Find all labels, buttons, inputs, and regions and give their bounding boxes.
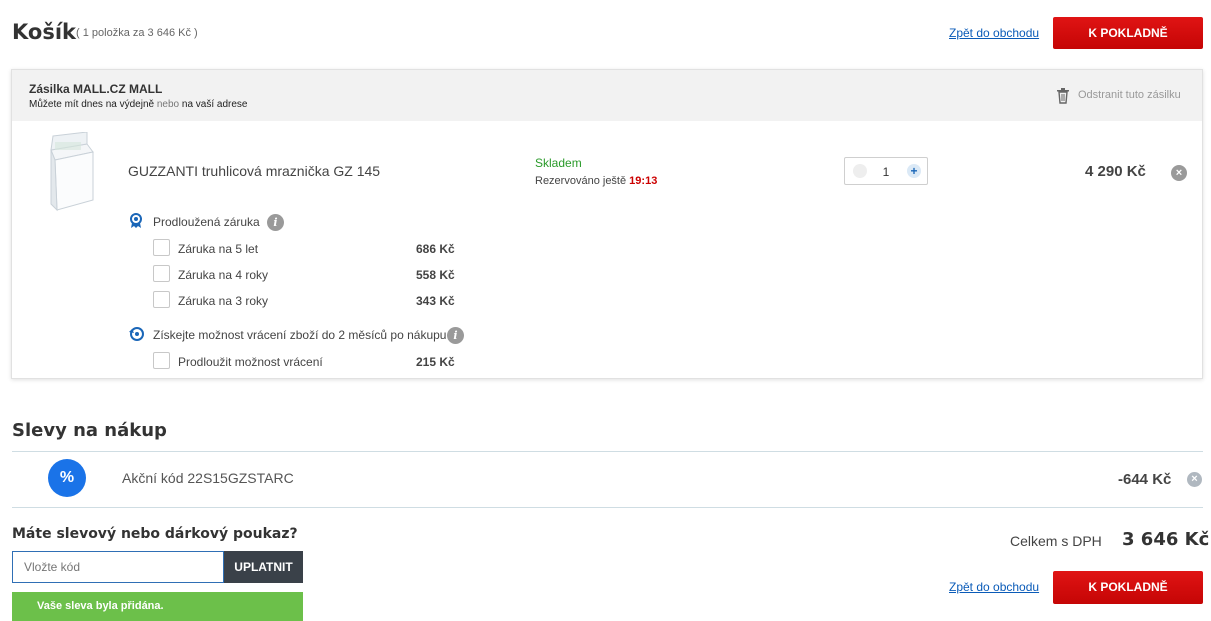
- back-to-shop-link[interactable]: Zpět do obchodu: [949, 26, 1039, 40]
- warranty-option-price: 558 Kč: [416, 268, 455, 282]
- shipment-card: Zásilka MALL.CZ MALL Můžete mít dnes na …: [11, 69, 1203, 379]
- voucher-title: Máte slevový nebo dárkový poukaz?: [12, 526, 298, 542]
- item-price: 4 290 Kč: [1085, 163, 1146, 180]
- discount-amount: -644 Kč: [1118, 471, 1172, 488]
- quantity-increase-button[interactable]: +: [907, 164, 921, 178]
- stock-status: Skladem: [535, 156, 582, 170]
- warranty-option-price: 686 Kč: [416, 242, 455, 256]
- shipment-subtitle-b: nebo: [156, 99, 180, 110]
- reservation-label: Rezervováno ještě: [535, 175, 627, 187]
- info-icon[interactable]: i: [447, 327, 464, 344]
- divider: [12, 451, 1203, 452]
- back-to-shop-link-bottom[interactable]: Zpět do obchodu: [949, 580, 1039, 594]
- returns-title: Získejte možnost vrácení zboží do 2 měsí…: [153, 328, 447, 342]
- extend-returns-checkbox[interactable]: [153, 352, 170, 369]
- warranty-title: Prodloužená záruka: [153, 215, 260, 229]
- product-name[interactable]: GUZZANTI truhlicová mraznička GZ 145: [128, 163, 380, 179]
- warranty-option-label: Záruka na 3 roky: [178, 294, 269, 308]
- checkout-button[interactable]: K POKLADNĚ: [1053, 17, 1203, 49]
- shipment-subtitle: Můžete mít dnes na výdejně nebo na vaší …: [29, 99, 248, 110]
- quantity-decrease-button[interactable]: [853, 164, 867, 178]
- quantity-value[interactable]: 1: [879, 165, 893, 179]
- voucher-code-input[interactable]: [12, 551, 224, 583]
- apply-voucher-button[interactable]: UPLATNIT: [224, 551, 303, 583]
- trash-icon: [1056, 88, 1070, 107]
- warranty-4y-checkbox[interactable]: [153, 265, 170, 282]
- remove-discount-button[interactable]: ×: [1187, 472, 1202, 487]
- shipment-subtitle-a: Můžete mít dnes na výdejně: [29, 99, 155, 110]
- shipment-header: Zásilka MALL.CZ MALL Můžete mít dnes na …: [12, 70, 1202, 121]
- warranty-option-label: Záruka na 4 roky: [178, 268, 269, 282]
- divider: [12, 507, 1203, 508]
- total-amount: 3 646 Kč: [1122, 529, 1210, 550]
- returns-option-label: Prodloužit možnost vrácení: [178, 355, 323, 369]
- remove-item-button[interactable]: ×: [1171, 165, 1187, 181]
- remove-shipment-label: Odstranit tuto zásilku: [1078, 89, 1181, 101]
- warranty-option-label: Záruka na 5 let: [178, 242, 259, 256]
- warranty-badge-icon: [129, 213, 143, 232]
- close-icon: ×: [1175, 167, 1183, 179]
- total-label: Celkem s DPH: [1010, 533, 1102, 549]
- reservation-time: 19:13: [629, 175, 658, 187]
- shipment-subtitle-c: na vaší adrese: [181, 99, 248, 110]
- checkout-button-bottom[interactable]: K POKLADNĚ: [1053, 571, 1203, 604]
- warranty-5y-checkbox[interactable]: [153, 239, 170, 256]
- info-icon[interactable]: i: [267, 214, 284, 231]
- discount-code-label: Akční kód 22S15GZSTARC: [122, 470, 294, 486]
- voucher-success-message: Vaše sleva byla přidána.: [12, 592, 303, 621]
- product-image[interactable]: [45, 131, 97, 212]
- reservation-info: Rezervováno ještě 19:13: [535, 175, 657, 187]
- return-refresh-icon: [128, 326, 146, 345]
- warranty-option-price: 343 Kč: [416, 294, 455, 308]
- page-title: Košík: [12, 20, 76, 44]
- remove-shipment-button[interactable]: Odstranit tuto zásilku: [1056, 88, 1196, 106]
- close-icon: ×: [1191, 473, 1198, 485]
- quantity-stepper: 1 +: [844, 157, 928, 185]
- warranty-3y-checkbox[interactable]: [153, 291, 170, 308]
- cart-summary: ( 1 položka za 3 646 Kč ): [76, 27, 198, 39]
- returns-option-price: 215 Kč: [416, 355, 455, 369]
- shipment-title: Zásilka MALL.CZ MALL: [29, 82, 163, 96]
- discount-percent-icon: %: [48, 459, 86, 497]
- discounts-title: Slevy na nákup: [12, 420, 167, 441]
